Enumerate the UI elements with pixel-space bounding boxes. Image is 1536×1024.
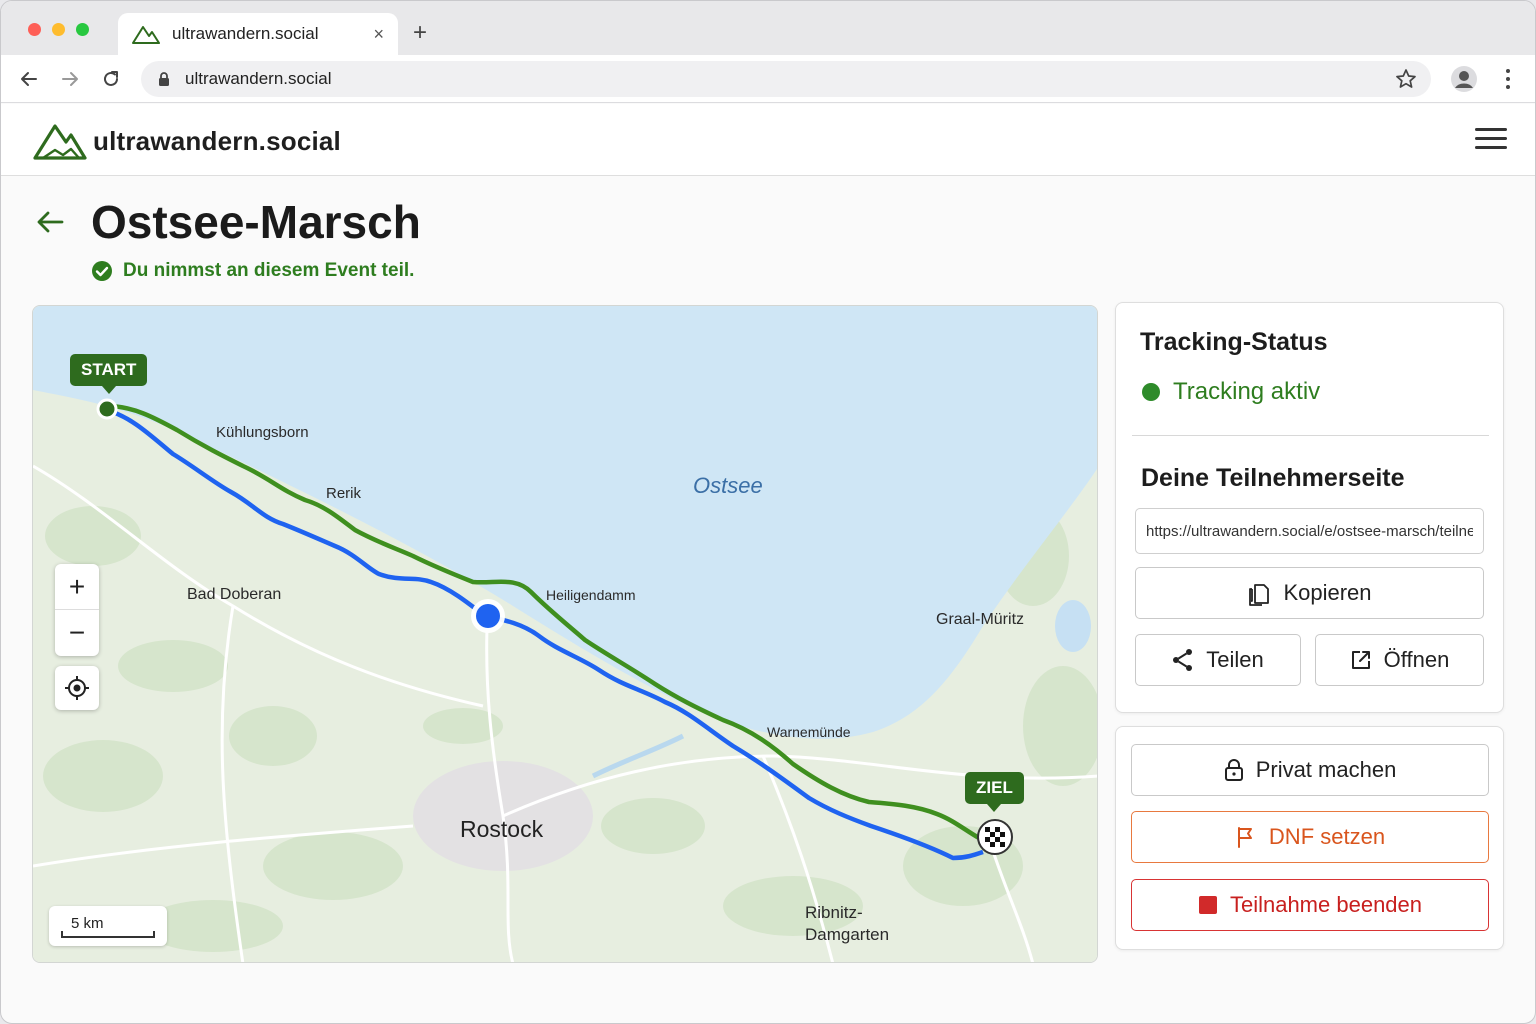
map-canvas[interactable] [33, 306, 1098, 963]
address-url: ultrawandern.social [185, 69, 332, 88]
participation-actions-card: Privat machen DNF setzen Teilnahme beend… [1115, 726, 1504, 950]
make-private-button[interactable]: Privat machen [1131, 744, 1489, 796]
zoom-in-button[interactable]: + [55, 564, 99, 610]
scale-bar: 5 km [49, 906, 167, 946]
browser-window: ultrawandern.social × + ultrawandern.soc… [0, 0, 1536, 1024]
place-label: Bad Doberan [187, 586, 282, 603]
end-participation-label: Teilnahme beenden [1229, 892, 1423, 917]
browser-toolbar: ultrawandern.social [1, 55, 1535, 103]
mountain-icon [132, 26, 160, 44]
stop-icon [1198, 896, 1217, 914]
scale-label: 5 km [71, 915, 104, 932]
place-label: Heiligendamm [546, 587, 636, 603]
site-brand-name: ultrawandern.social [93, 125, 341, 156]
share-label: Teilen [1206, 647, 1264, 672]
share-button[interactable]: Teilen [1135, 634, 1301, 686]
current-position-marker[interactable] [476, 604, 500, 628]
participant-url-field[interactable] [1135, 508, 1484, 554]
address-bar[interactable]: ultrawandern.social [141, 61, 1431, 97]
page-title: Ostsee-Marsch [91, 196, 421, 248]
zoom-out-button[interactable]: − [55, 610, 99, 656]
place-label: Warnemünde [767, 724, 851, 740]
place-label: Kühlungsborn [216, 424, 309, 441]
participation-note: Du nimmst an diesem Event teil. [123, 260, 415, 281]
hamburger-menu-icon[interactable] [1475, 128, 1507, 154]
close-tab-icon[interactable]: × [373, 24, 384, 45]
profile-avatar-icon[interactable] [1450, 65, 1478, 93]
start-marker[interactable] [96, 398, 118, 420]
route-map[interactable]: Ostsee Kühlungsborn Rerik Bad Doberan He… [32, 305, 1098, 963]
check-circle-icon [92, 261, 112, 281]
browser-menu-icon[interactable] [1498, 65, 1518, 93]
new-tab-button[interactable]: + [413, 18, 427, 48]
start-pin-label: START [70, 354, 148, 394]
arrow-left-icon [21, 72, 37, 86]
crosshair-icon [65, 676, 89, 700]
open-button[interactable]: Öffnen [1315, 634, 1484, 686]
back-arrow-icon[interactable] [33, 205, 67, 239]
dnf-button[interactable]: DNF setzen [1131, 811, 1489, 863]
reload-button[interactable] [97, 65, 125, 93]
tab-title: ultrawandern.social [172, 24, 319, 43]
flag-icon [1237, 827, 1252, 848]
back-button[interactable] [15, 65, 43, 93]
close-window-button[interactable] [28, 23, 41, 36]
tracking-card: Tracking-Status Tracking aktiv Deine Tei… [1115, 302, 1504, 713]
lake [1055, 600, 1091, 652]
reload-icon [104, 71, 118, 86]
mountain-logo-icon [33, 124, 87, 160]
copy-icon [1249, 584, 1270, 606]
make-private-label: Privat machen [1255, 757, 1397, 782]
divider [1132, 435, 1489, 436]
tracking-heading: Tracking-Status [1140, 328, 1328, 356]
external-link-icon [1351, 651, 1370, 669]
copy-label: Kopieren [1283, 580, 1372, 605]
share-icon [1173, 649, 1193, 671]
status-dot-icon [1142, 383, 1160, 401]
locate-me-button[interactable] [55, 666, 99, 710]
finish-pin-label: ZIEL [965, 772, 1024, 812]
zoom-control: + − [55, 564, 99, 656]
open-label: Öffnen [1383, 647, 1450, 672]
copy-button[interactable]: Kopieren [1135, 567, 1484, 619]
end-participation-button[interactable]: Teilnahme beenden [1131, 879, 1489, 931]
lock-icon [1224, 759, 1243, 781]
sea-label: Ostsee [693, 473, 763, 498]
site-header: ultrawandern.social [1, 104, 1535, 176]
star-icon[interactable] [1395, 68, 1417, 90]
lock-icon [159, 72, 169, 86]
place-label: Ribnitz- [805, 903, 863, 922]
tracking-status-text: Tracking aktiv [1173, 378, 1321, 405]
arrow-right-icon [62, 72, 78, 86]
finish-marker[interactable] [977, 819, 1013, 855]
maximize-window-button[interactable] [76, 23, 89, 36]
site-logo-link[interactable]: ultrawandern.social [33, 122, 341, 160]
dnf-label: DNF setzen [1268, 824, 1386, 849]
place-label: Graal-Müritz [936, 611, 1025, 628]
forward-button[interactable] [56, 65, 84, 93]
minimize-window-button[interactable] [52, 23, 65, 36]
participation-status: Du nimmst an diesem Event teil. [91, 260, 414, 282]
tracking-status: Tracking aktiv [1142, 378, 1320, 406]
place-label: Damgarten [805, 925, 890, 944]
place-label: Rerik [326, 485, 362, 502]
tab-strip: ultrawandern.social × + [1, 1, 1535, 55]
city-label: Rostock [460, 816, 544, 842]
participant-page-heading: Deine Teilnehmerseite [1141, 464, 1405, 492]
browser-tab[interactable]: ultrawandern.social × [118, 13, 398, 55]
